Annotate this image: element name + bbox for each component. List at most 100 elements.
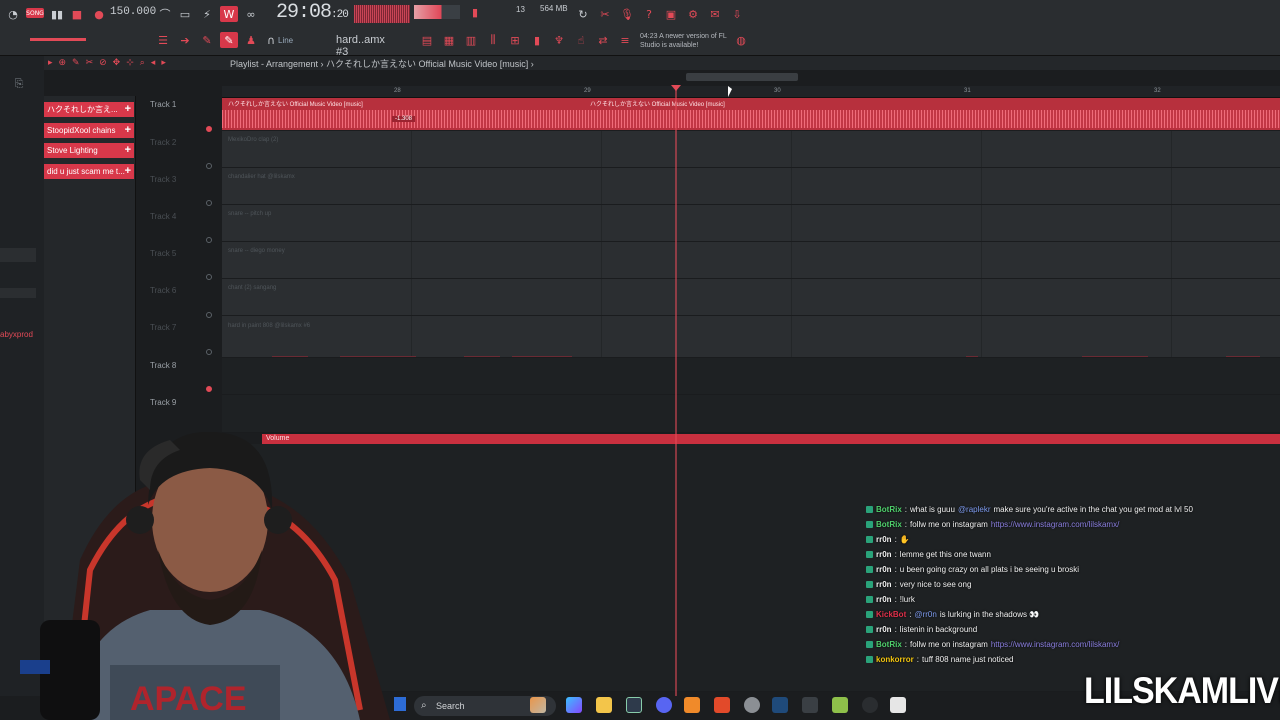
metronome-icon[interactable]: ⌒: [156, 6, 174, 22]
track-1-mute[interactable]: [206, 126, 212, 132]
pattern-item-2[interactable]: StoopidXool chains +: [44, 123, 134, 138]
plugin-picker-icon[interactable]: ♆: [550, 32, 568, 48]
tempo-display[interactable]: 150.000: [110, 6, 156, 22]
discord-icon[interactable]: [656, 697, 672, 713]
track-2-mute[interactable]: [206, 163, 212, 169]
mixer-view-icon[interactable]: ⫼: [484, 32, 502, 48]
snap-selector[interactable]: Line: [278, 36, 293, 45]
mic-icon[interactable]: 🎙: [618, 6, 636, 22]
browser-icon[interactable]: ⊞: [506, 32, 524, 48]
paint-icon[interactable]: ✎: [220, 32, 238, 48]
track-4-mute[interactable]: [206, 237, 212, 243]
chat-username[interactable]: rr0n: [876, 595, 892, 604]
arrow-icon[interactable]: ➔: [176, 32, 194, 48]
track-8-mute[interactable]: [206, 386, 212, 392]
track-4-name[interactable]: Track 4: [150, 212, 176, 221]
track-1-name[interactable]: Track 1: [150, 100, 176, 109]
list-icon[interactable]: ≡: [616, 32, 634, 48]
steam-icon[interactable]: [772, 697, 788, 713]
track-6-mute[interactable]: [206, 312, 212, 318]
add-icon[interactable]: +: [125, 123, 131, 138]
update-notice[interactable]: 04:23 A newer version of FL Studio is av…: [640, 32, 740, 50]
track-lane-2[interactable]: [222, 131, 1280, 168]
chat-username[interactable]: rr0n: [876, 535, 892, 544]
track-5-mute[interactable]: [206, 274, 212, 280]
track-lane-7[interactable]: [222, 316, 1280, 358]
app-icon-3[interactable]: [862, 697, 878, 713]
globe-icon[interactable]: ◍: [732, 32, 750, 48]
chat-username[interactable]: konkorror: [876, 655, 914, 664]
volume-icon[interactable]: ▮: [466, 4, 484, 20]
track-2-name[interactable]: Track 2: [150, 138, 176, 147]
playhead[interactable]: [675, 86, 677, 696]
song-mode-button[interactable]: SONG: [26, 8, 44, 18]
piano-roll-icon[interactable]: ▦: [440, 32, 458, 48]
plugin-db-icon[interactable]: ▮: [528, 32, 546, 48]
store-icon[interactable]: [626, 697, 642, 713]
cut-icon[interactable]: ✂: [596, 6, 614, 22]
track-lane-8[interactable]: [222, 358, 1280, 395]
browser-row[interactable]: [0, 288, 36, 298]
stop-icon[interactable]: ■: [68, 6, 86, 22]
track-lane-5[interactable]: [222, 242, 1280, 279]
mixer-icon[interactable]: ☰: [154, 32, 172, 48]
chat-username[interactable]: rr0n: [876, 580, 892, 589]
chat-username[interactable]: BotRix: [876, 505, 902, 514]
master-volume-slider[interactable]: [30, 38, 86, 41]
help-icon[interactable]: ?: [640, 6, 658, 22]
playlist-icon[interactable]: ▤: [418, 32, 436, 48]
track-7-mute[interactable]: [206, 349, 212, 355]
copilot-icon[interactable]: [566, 697, 582, 713]
track-7-name[interactable]: Track 7: [150, 323, 176, 332]
track-lane-4[interactable]: [222, 205, 1280, 242]
chat-link[interactable]: https://www.instagram.com/lilskamx/: [991, 640, 1119, 649]
wait-icon[interactable]: ▭: [176, 6, 194, 22]
chat-username[interactable]: BotRix: [876, 520, 902, 529]
track-6-name[interactable]: Track 6: [150, 286, 176, 295]
playlist-tool-icons[interactable]: ▸⊕✎✂⊘✥⊹⌕◂▸: [48, 57, 172, 68]
timeline-ruler[interactable]: [222, 86, 1280, 98]
pattern-item-4[interactable]: did u just scam me t... +: [44, 164, 134, 179]
pattern-item-1[interactable]: ハクそれしか言え... +: [44, 102, 134, 117]
browser-icon-left[interactable]: ⎘: [10, 76, 28, 92]
chat-username[interactable]: rr0n: [876, 625, 892, 634]
pattern-item-3[interactable]: Stove Lighting +: [44, 143, 134, 158]
chat-username[interactable]: KickBot: [876, 610, 906, 619]
volume-automation-clip[interactable]: [262, 434, 1280, 444]
record-icon[interactable]: ●: [90, 6, 108, 22]
countdown-icon[interactable]: ⚡: [198, 6, 216, 22]
brave-icon[interactable]: [714, 697, 730, 713]
channel-rack-icon[interactable]: ▥: [462, 32, 480, 48]
track-3-mute[interactable]: [206, 200, 212, 206]
loop-record-icon[interactable]: ∞: [242, 6, 260, 22]
plugin-icon[interactable]: ⚙: [684, 6, 702, 22]
widgets-icon[interactable]: [530, 697, 546, 713]
track-8-name[interactable]: Track 8: [150, 361, 176, 370]
add-icon[interactable]: +: [125, 102, 131, 117]
add-icon[interactable]: +: [125, 164, 131, 179]
start-icon[interactable]: [394, 697, 406, 711]
track-9-name[interactable]: Track 9: [150, 398, 176, 407]
blend-icon[interactable]: W: [220, 6, 238, 22]
add-icon[interactable]: +: [125, 143, 131, 158]
pattern-selector[interactable]: hard..amx #3: [336, 34, 398, 58]
app-icon-4[interactable]: [890, 697, 906, 713]
play-icon[interactable]: ▮▮: [48, 6, 66, 22]
chat-username[interactable]: rr0n: [876, 550, 892, 559]
menu-icon[interactable]: ◔: [4, 6, 22, 22]
chat-icon[interactable]: ✉: [706, 6, 724, 22]
touch-icon[interactable]: ☝: [572, 32, 590, 48]
track-3-name[interactable]: Track 3: [150, 175, 176, 184]
link-icon[interactable]: ⇄: [594, 32, 612, 48]
file-explorer-icon[interactable]: [596, 697, 612, 713]
obs-icon[interactable]: [744, 697, 760, 713]
draw-icon[interactable]: ✎: [198, 32, 216, 48]
app-icon-2[interactable]: [832, 697, 848, 713]
chat-username[interactable]: BotRix: [876, 640, 902, 649]
refresh-icon[interactable]: ↻: [574, 6, 592, 22]
app-icon[interactable]: [802, 697, 818, 713]
playhead-marker[interactable]: [671, 85, 681, 91]
browser-row[interactable]: [0, 248, 36, 262]
horizontal-scrollbar[interactable]: [686, 73, 798, 81]
chat-username[interactable]: rr0n: [876, 565, 892, 574]
